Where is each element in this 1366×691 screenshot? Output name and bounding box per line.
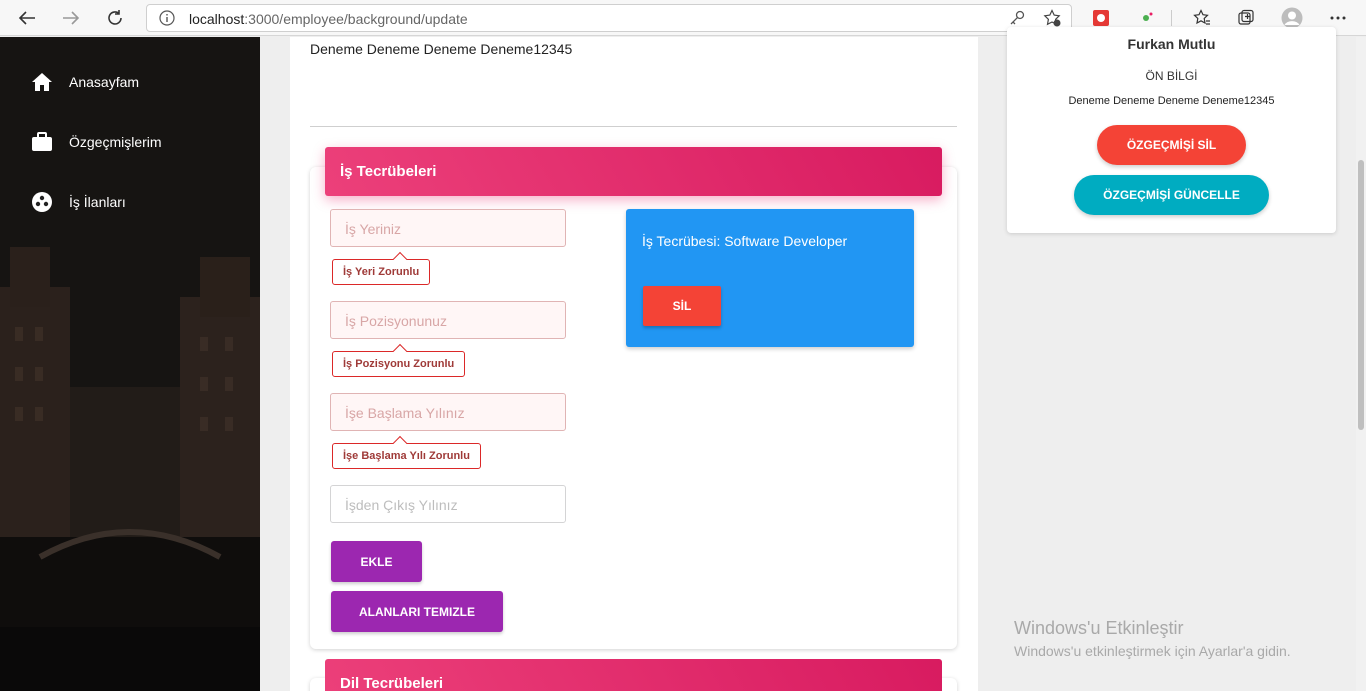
profile-name: Furkan Mutlu: [1127, 36, 1216, 52]
back-arrow-icon: [18, 11, 35, 25]
profile-subtitle: ÖN BİLGİ: [1145, 69, 1198, 83]
workplace-input[interactable]: İş Yeriniz: [330, 209, 566, 247]
url-host: localhost: [189, 11, 245, 27]
page-scrollbar[interactable]: [1356, 37, 1366, 691]
sidebar-item-label: Özgeçmişlerim: [69, 134, 162, 150]
site-info-icon[interactable]: [159, 10, 175, 31]
sidebar-item-home[interactable]: Anasayfam: [30, 67, 139, 97]
sidebar-item-label: Anasayfam: [69, 74, 140, 90]
forward-arrow-icon: [63, 11, 80, 25]
address-bar[interactable]: localhost:3000/employee/background/updat…: [146, 4, 1072, 32]
summary-text: Deneme Deneme Deneme Deneme12345: [310, 41, 573, 57]
toolbar-divider: [1171, 10, 1172, 26]
back-button[interactable]: [14, 6, 40, 30]
profile-card: Furkan Mutlu ÖN BİLGİ Deneme Deneme Dene…: [1007, 27, 1336, 233]
sidebar-item-resumes[interactable]: Özgeçmişlerim: [30, 127, 162, 157]
clear-fields-button[interactable]: ALANLARI TEMIZLE: [331, 591, 503, 632]
home-icon: [30, 70, 54, 94]
start-year-input[interactable]: İşe Başlama Yılınız: [330, 393, 566, 431]
delete-experience-button[interactable]: SİL: [643, 286, 721, 326]
end-year-input[interactable]: İşden Çıkış Yılınız: [330, 485, 566, 523]
sidebar: Anasayfam Özgeçmişlerim İş İlanları: [0, 37, 260, 691]
resume-edit-card: Deneme Deneme Deneme Deneme12345 İş Tecr…: [290, 37, 978, 691]
workplace-error-label: İş Yeri Zorunlu: [332, 259, 431, 285]
reload-button[interactable]: [102, 6, 128, 30]
experience-header: İş Tecrübeleri: [325, 147, 942, 196]
url-path: :3000/employee/background/update: [244, 11, 468, 27]
profile-summary: Deneme Deneme Deneme Deneme12345: [1068, 95, 1275, 107]
activation-watermark-subtitle: Windows'u etkinleştirmek için Ayarlar'a …: [1014, 643, 1291, 659]
scrollbar-thumb[interactable]: [1358, 160, 1364, 430]
activation-watermark-title: Windows'u Etkinleştir: [1014, 618, 1184, 638]
delete-resume-button[interactable]: ÖZGEÇMİŞİ SİL: [1097, 125, 1246, 165]
main-content: Deneme Deneme Deneme Deneme12345 İş Tecr…: [260, 27, 1366, 691]
update-resume-button[interactable]: ÖZGEÇMİŞİ GÜNCELLE: [1074, 175, 1269, 215]
sidebar-item-label: İş İlanları: [69, 194, 126, 210]
experience-entry-text: İş Tecrübesi: Software Developer: [642, 233, 848, 249]
sidebar-item-job-listings[interactable]: İş İlanları: [30, 187, 126, 217]
briefcase-icon: [30, 130, 54, 154]
divider: [310, 126, 957, 127]
start-year-error-label: İşe Başlama Yılı Zorunlu: [332, 443, 481, 469]
url-text: localhost:3000/employee/background/updat…: [189, 11, 468, 27]
position-input[interactable]: İş Pozisyonunuz: [330, 301, 566, 339]
reload-icon: [108, 10, 122, 25]
forward-button[interactable]: [58, 6, 84, 30]
experience-entry-card: İş Tecrübesi: Software Developer SİL: [626, 209, 914, 347]
position-error-label: İş Pozisyonu Zorunlu: [332, 351, 466, 377]
sports-ball-icon: [30, 190, 54, 214]
add-button[interactable]: EKLE: [331, 541, 422, 582]
language-header: Dil Tecrübeleri: [325, 659, 942, 691]
